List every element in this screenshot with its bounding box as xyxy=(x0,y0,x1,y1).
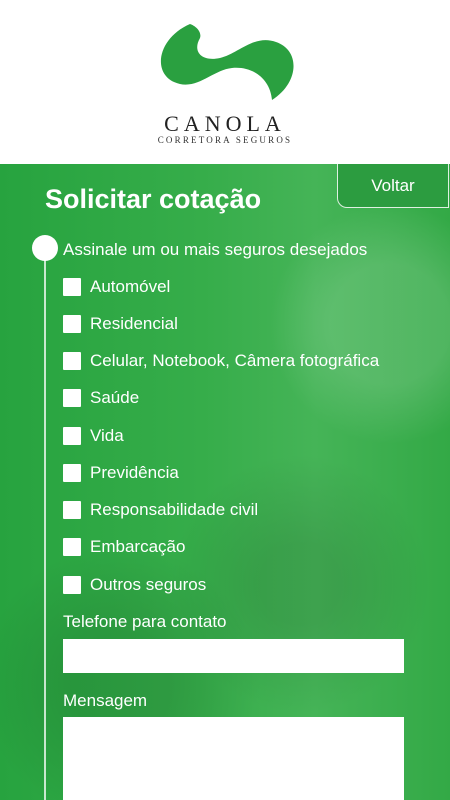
app-header: CANOLA CORRETORA SEGUROS xyxy=(0,0,450,164)
timeline-dot xyxy=(32,235,58,261)
option-automovel[interactable]: Automóvel xyxy=(63,276,170,298)
option-label: Celular, Notebook, Câmera fotográfica xyxy=(90,351,380,370)
phone-label: Telefone para contato xyxy=(63,612,227,631)
option-label: Previdência xyxy=(90,463,179,482)
option-label: Vida xyxy=(90,426,124,445)
option-residencial[interactable]: Residencial xyxy=(63,313,178,335)
checkbox[interactable] xyxy=(63,389,81,407)
timeline-line xyxy=(44,248,46,800)
message-label: Mensagem xyxy=(63,691,148,710)
canola-logo-icon xyxy=(160,24,294,100)
checkbox[interactable] xyxy=(63,501,81,519)
option-label: Embarcação xyxy=(90,537,186,556)
option-label: Outros seguros xyxy=(90,575,207,594)
brand-subtitle: CORRETORA SEGUROS xyxy=(157,135,293,145)
option-outros-seguros[interactable]: Outros seguros xyxy=(63,574,206,596)
message-textarea[interactable] xyxy=(63,717,404,800)
option-celular-notebook-camera[interactable]: Celular, Notebook, Câmera fotográfica xyxy=(63,350,379,372)
option-previdencia[interactable]: Previdência xyxy=(63,462,179,484)
checkbox[interactable] xyxy=(63,576,81,594)
option-label: Responsabilidade civil xyxy=(90,500,259,519)
page-title: Solicitar cotação xyxy=(45,184,262,214)
checkbox[interactable] xyxy=(63,427,81,445)
phone-input[interactable] xyxy=(63,639,404,673)
option-embarcacao[interactable]: Embarcação xyxy=(63,536,185,558)
option-label: Automóvel xyxy=(90,277,171,296)
brand-name: CANOLA xyxy=(164,111,286,136)
checkbox[interactable] xyxy=(63,538,81,556)
back-button[interactable]: Voltar xyxy=(337,164,449,208)
checkbox[interactable] xyxy=(63,315,81,333)
checkbox[interactable] xyxy=(63,464,81,482)
insurance-section-label: Assinale um ou mais seguros desejados xyxy=(63,240,368,259)
option-responsabilidade-civil[interactable]: Responsabilidade civil xyxy=(63,499,258,521)
checkbox[interactable] xyxy=(63,352,81,370)
quote-form-panel: Solicitar cotação Voltar Assinale um ou … xyxy=(0,164,450,800)
option-label: Saúde xyxy=(90,388,140,407)
option-saude[interactable]: Saúde xyxy=(63,387,139,409)
option-vida[interactable]: Vida xyxy=(63,425,124,447)
checkbox[interactable] xyxy=(63,278,81,296)
option-label: Residencial xyxy=(90,314,178,333)
